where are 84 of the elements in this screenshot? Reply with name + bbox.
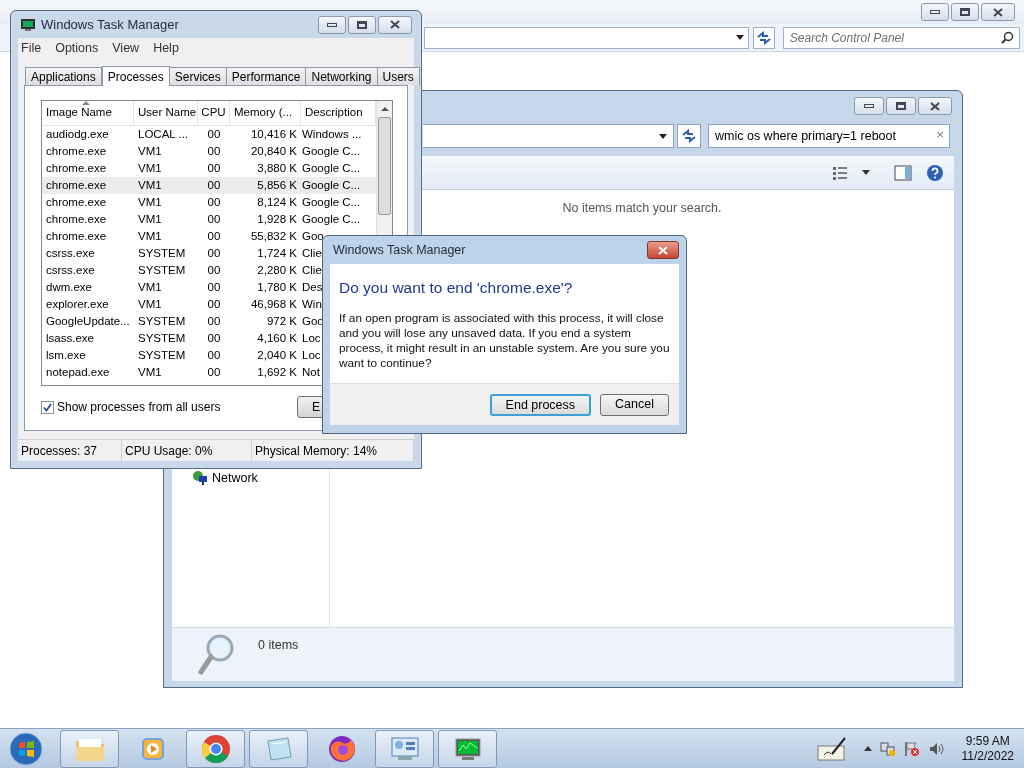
table-cell-text: VM1: [137, 279, 163, 295]
table-cell-text: 46,968 K: [249, 296, 298, 312]
table-cell-text: 8,124 K: [256, 194, 298, 210]
table-cell-text: Clie: [301, 262, 322, 278]
table-cell-text: chrome.exe: [45, 160, 108, 176]
table-cell-text: 00: [206, 262, 222, 278]
table-cell-text: VM1: [137, 228, 163, 244]
table-cell-text: 00: [206, 347, 222, 363]
table-cell-text: VM1: [137, 194, 163, 210]
table-cell-text: 1,724 K: [256, 245, 298, 261]
table-cell-text: 00: [206, 296, 222, 312]
table-cell-text: explorer.exe: [45, 296, 110, 312]
table-cell-text: Google C...: [301, 143, 361, 159]
table-cell-text: 00: [206, 245, 222, 261]
table-cell-text: 55,832 K: [249, 228, 298, 244]
table-cell-text: Clie: [301, 245, 322, 261]
table-cell-text: audiodg.exe: [45, 126, 110, 142]
table-cell-text: Win: [301, 296, 322, 312]
table-cell-text: Google C...: [301, 211, 361, 227]
status-text: Physical Memory: 14%: [252, 440, 414, 461]
table-cell-text: csrss.exe: [45, 262, 96, 278]
table-cell-text: SYSTEM: [137, 245, 187, 261]
table-cell-text: Google C...: [301, 177, 361, 193]
table-cell-text: 00: [206, 330, 222, 346]
table-cell-text: VM1: [137, 177, 163, 193]
table-cell-text: 5,856 K: [256, 177, 298, 193]
table-cell-text: SYSTEM: [137, 262, 187, 278]
table-cell-text: 00: [206, 313, 222, 329]
table-cell-text: 00: [206, 143, 222, 159]
table-cell-text: chrome.exe: [45, 143, 108, 159]
table-cell-text: Not: [301, 364, 320, 380]
table-cell-text: Windows ...: [301, 126, 362, 142]
table-cell-text: SYSTEM: [137, 330, 187, 346]
table-cell-text: chrome.exe: [45, 177, 108, 193]
checkbox-label: Show processes from all users: [57, 399, 221, 416]
table-cell-text: LOCAL ...: [137, 126, 190, 142]
table-cell-text: VM1: [137, 211, 163, 227]
table-cell-text: VM1: [137, 296, 163, 312]
table-cell-text: VM1: [137, 364, 163, 380]
table-cell-text: 2,040 K: [256, 347, 298, 363]
status-text: CPU Usage: 0%: [122, 440, 252, 461]
table-cell-text: notepad.exe: [45, 364, 111, 380]
table-cell-text: chrome.exe: [45, 211, 108, 227]
table-cell-text: Des: [301, 279, 323, 295]
table-cell-text: SYSTEM: [137, 347, 187, 363]
table-cell-text: Google C...: [301, 160, 361, 176]
table-cell-text: Google C...: [301, 194, 361, 210]
table-cell-text: 10,416 K: [249, 126, 298, 142]
table-cell-text: 1,928 K: [256, 211, 298, 227]
table-cell-text: 00: [206, 160, 222, 176]
table-cell-text: SYSTEM: [137, 313, 187, 329]
table-cell-text: 4,160 K: [256, 330, 298, 346]
table-cell-text: csrss.exe: [45, 245, 96, 261]
table-cell-text: GoogleUpdate...: [45, 313, 131, 329]
table-cell-text: 972 K: [265, 313, 298, 329]
table-cell-text: 00: [206, 211, 222, 227]
table-cell-text: Goo: [301, 228, 324, 244]
table-cell-text: 00: [206, 364, 222, 380]
table-cell-text: 00: [206, 126, 222, 142]
table-cell-text: lsass.exe: [45, 330, 95, 346]
table-cell-text: 20,840 K: [249, 143, 298, 159]
table-cell-text: 1,780 K: [256, 279, 298, 295]
table-cell-text: Loc: [301, 330, 321, 346]
dialog-title: Windows Task Manager: [333, 241, 466, 259]
table-cell-text: 3,880 K: [256, 160, 298, 176]
table-cell-text: 1,692 K: [256, 364, 298, 380]
window-title: Windows Task Manager: [41, 15, 179, 34]
table-cell-text: 2,280 K: [256, 262, 298, 278]
table-cell-text: lsm.exe: [45, 347, 87, 363]
table-cell-text: Loc: [301, 347, 321, 363]
table-cell-text: 00: [206, 279, 222, 295]
table-cell-text: dwm.exe: [45, 279, 94, 295]
table-cell-text: VM1: [137, 143, 163, 159]
table-cell-text: chrome.exe: [45, 194, 108, 210]
table-cell-text: 00: [206, 228, 222, 244]
status-text: Processes: 37: [18, 440, 122, 461]
table-cell-text: 00: [206, 177, 222, 193]
table-cell-text: VM1: [137, 160, 163, 176]
dialog-message: If an open program is associated with this process, it will close and you will lose any unsaved data. If you end a system process, it might result in an unstable system. Are you sure you want to continue?: [339, 311, 670, 372]
table-cell-text: 00: [206, 194, 222, 210]
dialog-heading: Do you want to end 'chrome.exe'?: [339, 278, 574, 298]
table-cell-text: chrome.exe: [45, 228, 108, 244]
item-count: 0 items: [258, 637, 299, 654]
empty-message: No items match your search.: [562, 200, 722, 215]
